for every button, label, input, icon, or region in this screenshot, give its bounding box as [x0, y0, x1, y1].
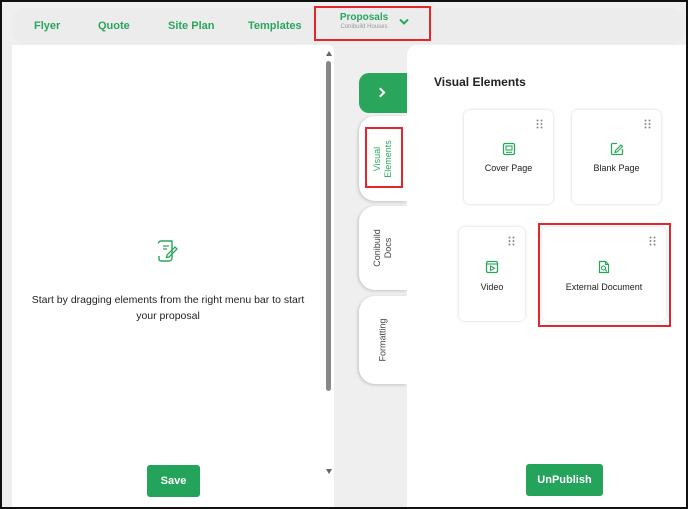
cover-page-icon: [502, 142, 515, 156]
expand-panel-button[interactable]: [359, 73, 407, 113]
visual-elements-tab-highlight: [365, 127, 403, 188]
unpublish-button[interactable]: UnPublish: [526, 464, 603, 496]
card-label: Video: [480, 282, 504, 292]
scroll-down-arrow[interactable]: [326, 469, 332, 474]
panel-title: Visual Elements: [434, 75, 526, 89]
nav-item-site-plan[interactable]: Site Plan: [168, 20, 214, 32]
element-card-blank-page[interactable]: Blank Page: [572, 110, 661, 204]
tab-formatting[interactable]: Formatting: [359, 296, 407, 384]
scroll-up-arrow[interactable]: [326, 51, 332, 56]
element-card-video[interactable]: Video: [459, 227, 525, 321]
save-button[interactable]: Save: [147, 465, 200, 497]
video-icon: [485, 260, 499, 274]
empty-state-message: Start by dragging elements from the righ…: [31, 294, 305, 322]
proposal-canvas[interactable]: Start by dragging elements from the righ…: [12, 45, 334, 507]
blank-page-edit-icon: [610, 142, 623, 156]
nav-item-flyer[interactable]: Flyer: [34, 20, 60, 32]
drag-handle-icon[interactable]: [508, 236, 515, 246]
card-label: Cover Page: [484, 163, 533, 173]
chevron-down-icon[interactable]: [399, 18, 409, 26]
card-label: Blank Page: [593, 163, 640, 173]
nav-item-templates[interactable]: Templates: [248, 20, 302, 32]
nav-item-proposals[interactable]: Proposals Conibuild Houses: [314, 6, 431, 41]
drag-handle-icon[interactable]: [644, 119, 651, 129]
element-card-cover-page[interactable]: Cover Page: [464, 110, 553, 204]
proposals-label: Proposals: [339, 12, 389, 23]
chevron-right-icon: [375, 87, 386, 98]
nav-item-quote[interactable]: Quote: [98, 20, 130, 32]
canvas-scrollbar[interactable]: [325, 51, 333, 481]
drag-handle-icon[interactable]: [536, 119, 543, 129]
external-document-highlight: [538, 223, 671, 327]
app-frame: Flyer Quote Site Plan Templates Proposal…: [0, 0, 688, 509]
scroll-thumb[interactable]: [326, 61, 331, 391]
proposals-sublabel: Conibuild Houses: [340, 24, 388, 30]
tab-formatting-label: Formatting: [377, 318, 388, 362]
document-edit-icon: [157, 240, 178, 262]
tab-conibuild-docs-label: Conibuild Docs: [372, 229, 393, 267]
tab-conibuild-docs[interactable]: Conibuild Docs: [359, 206, 407, 290]
